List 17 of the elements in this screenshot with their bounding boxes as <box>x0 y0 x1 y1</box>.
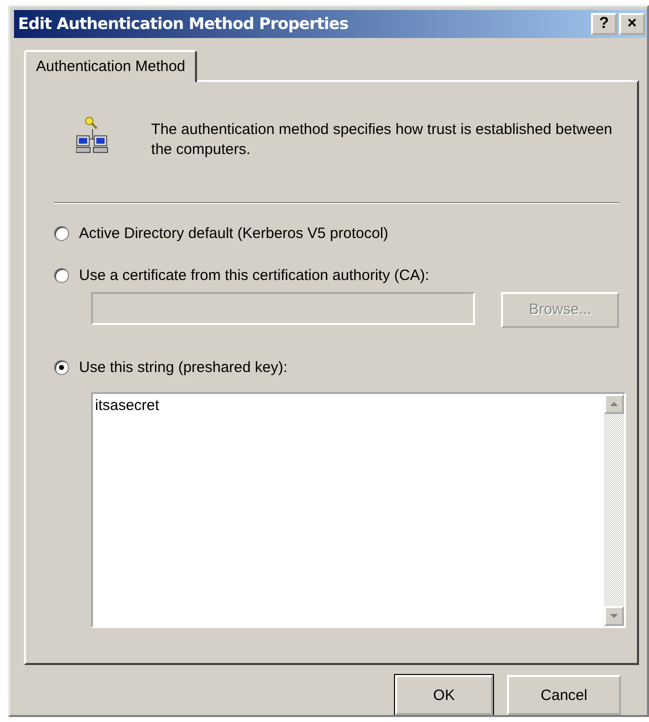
close-button[interactable]: × <box>619 12 645 35</box>
text-area-field[interactable]: itsasecret <box>91 392 626 628</box>
dialog-button[interactable]: OK <box>395 675 493 715</box>
radio-button[interactable] <box>54 226 69 242</box>
radio-button[interactable] <box>54 360 69 376</box>
radio-button[interactable] <box>54 268 69 284</box>
option-label[interactable]: Active Directory default (Kerberos V5 protocol) <box>79 225 388 242</box>
scroll-down-button[interactable] <box>604 606 624 626</box>
scrollbar[interactable] <box>604 394 624 626</box>
option-label[interactable]: Use this string (preshared key): <box>79 359 288 376</box>
description-text: The authentication method specifies how trust is established between the computers. <box>151 120 614 160</box>
window-title: Edit Authentication Method Properties <box>18 14 350 34</box>
option-label[interactable]: Use a certificate from this certification authority (CA): <box>79 267 430 284</box>
help-button[interactable]: ? <box>591 12 617 35</box>
tab[interactable]: Authentication Method <box>24 50 198 82</box>
scroll-up-button[interactable] <box>604 394 624 414</box>
dialog-button[interactable]: Cancel <box>507 675 621 715</box>
